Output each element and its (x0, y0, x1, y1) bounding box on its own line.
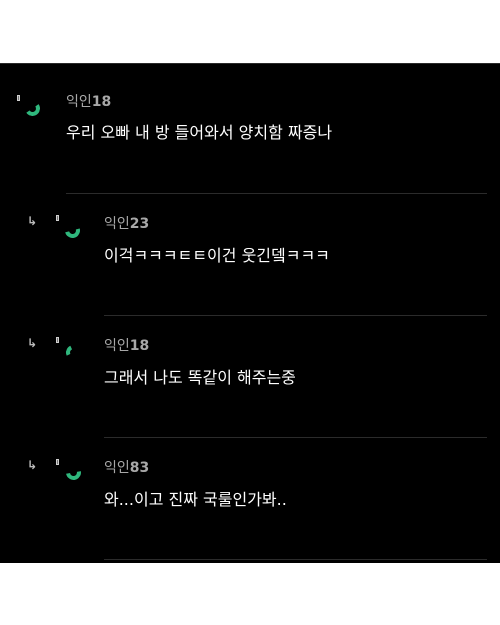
author-number: 18 (91, 94, 112, 110)
avatar-badge-icon (56, 337, 59, 343)
avatar-badge-icon (17, 95, 20, 101)
author-number: 18 (129, 338, 150, 354)
comment-author[interactable]: 익인23 (104, 215, 149, 233)
comment-author[interactable]: 익인18 (104, 337, 149, 355)
anonymous-avatar-icon (17, 95, 49, 127)
reply-item: ↳ 익인83 와...이고 진짜 국룰인가봐.. (0, 449, 500, 571)
author-prefix: 익인 (104, 460, 130, 476)
comment-text: 와...이고 진짜 국룰인가봐.. (104, 490, 287, 509)
avatar-arc-icon (62, 220, 83, 241)
anonymous-avatar-icon (56, 215, 88, 247)
author-prefix: 익인 (104, 338, 130, 354)
avatar-badge-icon (56, 215, 59, 221)
comment-divider (104, 437, 487, 438)
comment-author[interactable]: 익인83 (104, 459, 149, 477)
author-number: 23 (129, 216, 150, 232)
reply-arrow-icon: ↳ (27, 336, 38, 350)
reply-arrow-icon: ↳ (27, 214, 38, 228)
avatar-arc-icon (63, 462, 84, 483)
anonymous-avatar-icon (56, 337, 88, 369)
comment-text: 그래서 나도 똑같이 해주는중 (104, 368, 296, 387)
comment-divider (104, 315, 487, 316)
reply-item: ↳ 익인23 이걱ㅋㅋㅋㅌㅌ이건 웃긴뎈ㅋㅋㅋ (0, 205, 500, 327)
author-number: 83 (129, 460, 150, 476)
comment-text: 우리 오빠 내 방 들어와서 양치함 짜증나 (66, 123, 333, 142)
comment-author[interactable]: 익인18 (66, 93, 111, 111)
anonymous-avatar-icon (56, 459, 88, 491)
comment-divider (104, 559, 487, 560)
panel-top-border (0, 63, 500, 64)
comment-item: 익인18 우리 오빠 내 방 들어와서 양치함 짜증나 (0, 83, 500, 205)
avatar-badge-icon (56, 459, 59, 465)
comment-divider (66, 193, 487, 194)
comment-panel: 익인18 우리 오빠 내 방 들어와서 양치함 짜증나 ↳ 익인23 이걱ㅋㅋㅋ… (0, 63, 500, 563)
author-prefix: 익인 (104, 216, 130, 232)
reply-arrow-icon: ↳ (27, 458, 38, 472)
avatar-arc-icon (23, 99, 42, 118)
reply-item: ↳ 익인18 그래서 나도 똑같이 해주는중 (0, 327, 500, 449)
author-prefix: 익인 (66, 94, 92, 110)
avatar-arc-icon (63, 342, 84, 363)
comment-text: 이걱ㅋㅋㅋㅌㅌ이건 웃긴뎈ㅋㅋㅋ (104, 246, 330, 265)
